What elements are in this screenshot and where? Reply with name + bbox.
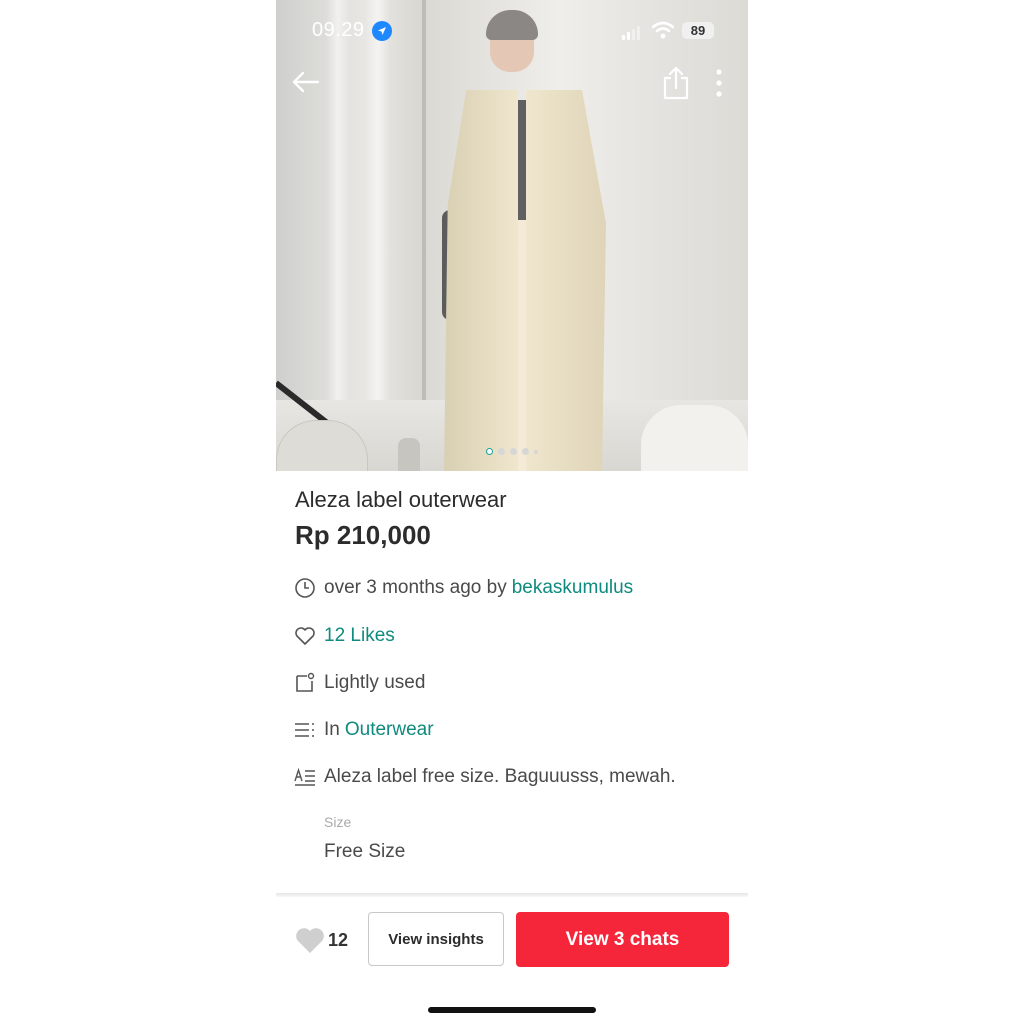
- status-time: 09.29: [312, 19, 365, 41]
- category-prefix: In: [324, 719, 340, 740]
- description-row: Aleza label free size. Baguuusss, mewah.: [294, 766, 676, 788]
- category-row: In Outerwear: [294, 719, 434, 741]
- like-heart-icon[interactable]: [294, 925, 326, 955]
- condition-tag-icon: [294, 672, 316, 694]
- posted-row: over 3 months ago by bekaskumulus: [294, 577, 633, 599]
- location-arrow-icon: [372, 21, 392, 41]
- app-screen: 09.29 89 Aleza label outerwear Rp 210,00…: [276, 0, 748, 1024]
- view-chats-button[interactable]: View 3 chats: [516, 912, 729, 967]
- carousel-dot[interactable]: [510, 448, 517, 455]
- view-insights-button[interactable]: View insights: [368, 912, 504, 966]
- category-link[interactable]: Outerwear: [345, 719, 434, 741]
- heart-icon: [294, 625, 316, 647]
- back-arrow-icon[interactable]: [290, 68, 322, 96]
- likes-row: 12 Likes: [294, 625, 395, 647]
- carousel-dot[interactable]: [534, 449, 538, 454]
- product-price: Rp 210,000: [295, 520, 431, 550]
- product-title: Aleza label outerwear: [295, 487, 507, 512]
- more-vertical-icon[interactable]: [712, 68, 726, 98]
- model-scarf: [486, 10, 538, 40]
- condition-row: Lightly used: [294, 672, 425, 694]
- decor-stool: [641, 405, 748, 471]
- seller-link[interactable]: bekaskumulus: [512, 577, 633, 599]
- divider: [276, 893, 748, 897]
- share-icon[interactable]: [662, 66, 690, 100]
- signal-icon: [622, 26, 640, 40]
- size-label: Size: [324, 814, 352, 830]
- condition-text: Lightly used: [324, 672, 426, 693]
- like-count: 12: [328, 930, 349, 950]
- coat-left-panel: [444, 90, 518, 471]
- size-value: Free Size: [324, 841, 406, 862]
- coat-right-panel: [526, 90, 606, 471]
- clock-icon: [294, 577, 316, 599]
- posted-text: over 3 months ago by: [324, 577, 507, 598]
- carousel-dot[interactable]: [486, 448, 493, 455]
- home-indicator[interactable]: [428, 1007, 596, 1013]
- carousel-dot[interactable]: [498, 448, 505, 455]
- battery-icon: 89: [682, 22, 714, 39]
- likes-link[interactable]: 12 Likes: [324, 625, 395, 647]
- list-icon: [294, 719, 316, 741]
- wifi-icon: [652, 21, 674, 39]
- description-icon: [294, 766, 316, 788]
- description-text: Aleza label free size. Baguuusss, mewah.: [324, 766, 676, 787]
- carousel-dot[interactable]: [522, 448, 529, 455]
- carousel-dots: [276, 448, 748, 455]
